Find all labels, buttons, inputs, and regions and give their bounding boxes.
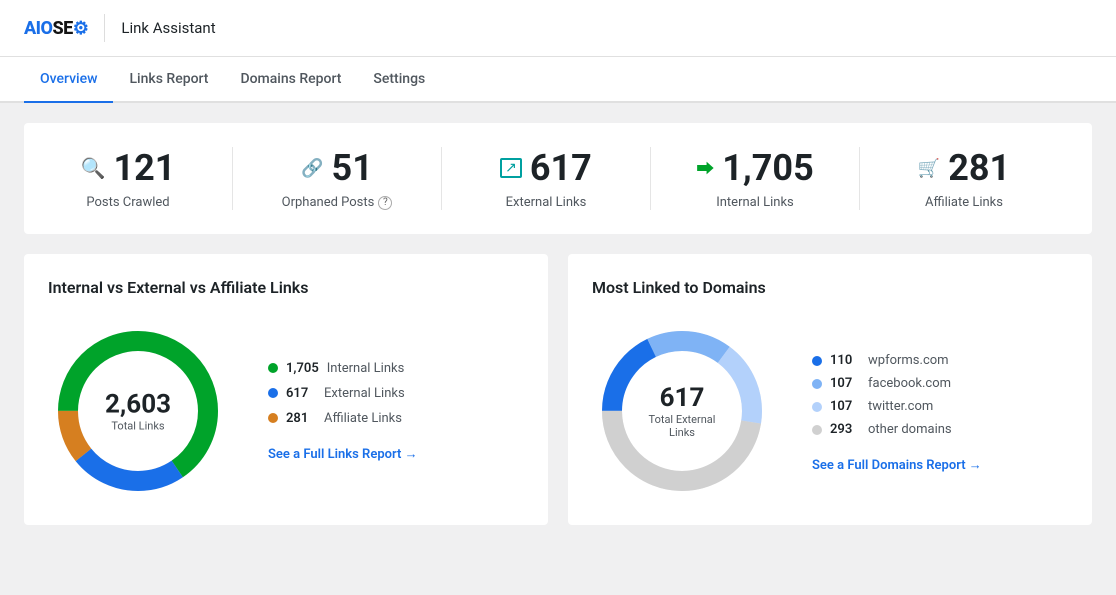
links-total-label: Total Links <box>105 420 171 433</box>
stat-orphaned-posts: 🔗 51 Orphaned Posts ? <box>233 147 442 210</box>
internal-links-label: Internal Links <box>716 195 794 210</box>
stat-internal-links: ⮕ 1,705 Internal Links <box>651 147 860 210</box>
domains-legend-area: 110 wpforms.com 107 facebook.com 107 twi… <box>812 349 982 473</box>
legend-affiliate: 281 Affiliate Links <box>268 411 418 426</box>
orphaned-posts-number: 51 <box>332 147 373 189</box>
header-divider <box>104 14 105 42</box>
links-full-report-link[interactable]: See a Full Links Report → <box>268 446 418 462</box>
facebook-count: 107 <box>830 376 860 391</box>
charts-row: Internal vs External vs Affiliate Links <box>24 254 1092 525</box>
logo: AIOSE⚙ <box>24 18 88 39</box>
domains-donut-wrapper: 617 Total External Links <box>592 321 772 501</box>
twitter-dot <box>812 402 822 412</box>
wpforms-name: wpforms.com <box>868 353 949 368</box>
domains-total-label: Total External Links <box>637 413 727 439</box>
links-legend-area: 1,705 Internal Links 617 External Links … <box>268 361 418 462</box>
links-donut-section: 2,603 Total Links 1,705 Internal Links <box>48 321 524 501</box>
domains-chart-title: Most Linked to Domains <box>592 278 1068 297</box>
logo-aio: AIO <box>24 18 52 39</box>
internal-legend-count: 1,705 <box>286 361 319 376</box>
links-chart-title: Internal vs External vs Affiliate Links <box>48 278 524 297</box>
domain-item-wpforms: 110 wpforms.com <box>812 353 982 368</box>
posts-crawled-label: Posts Crawled <box>86 195 169 210</box>
domains-legend: 110 wpforms.com 107 facebook.com 107 twi… <box>812 353 982 437</box>
affiliate-legend-count: 281 <box>286 411 316 426</box>
posts-crawled-number: 121 <box>113 147 175 189</box>
wpforms-count: 110 <box>830 353 860 368</box>
other-count: 293 <box>830 422 860 437</box>
internal-legend-label: Internal Links <box>327 361 405 376</box>
external-legend-dot <box>268 388 278 398</box>
facebook-name: facebook.com <box>868 376 951 391</box>
facebook-dot <box>812 379 822 389</box>
affiliate-legend-dot <box>268 413 278 423</box>
search-icon: 🔍 <box>81 156 106 180</box>
external-link-icon: ↗ <box>500 158 522 178</box>
internal-link-icon: ⮕ <box>696 155 714 181</box>
links-report-anchor[interactable]: See a Full Links Report → <box>268 447 418 462</box>
domain-item-twitter: 107 twitter.com <box>812 399 982 414</box>
main-content: 🔍 121 Posts Crawled 🔗 51 Orphaned Posts … <box>0 103 1116 545</box>
links-total-number: 2,603 <box>105 390 171 420</box>
external-legend-label: External Links <box>324 386 405 401</box>
stat-posts-crawled-row: 🔍 121 <box>81 147 176 189</box>
tab-domains-report[interactable]: Domains Report <box>224 57 357 103</box>
legend-internal: 1,705 Internal Links <box>268 361 418 376</box>
tab-overview[interactable]: Overview <box>24 57 113 103</box>
domains-donut-section: 617 Total External Links 110 wpforms.com <box>592 321 1068 501</box>
affiliate-legend-label: Affiliate Links <box>324 411 402 426</box>
domains-donut-center: 617 Total External Links <box>637 383 727 439</box>
orphaned-posts-label: Orphaned Posts ? <box>282 195 393 210</box>
tab-links-report[interactable]: Links Report <box>113 57 224 103</box>
app-header: AIOSE⚙ Link Assistant <box>0 0 1116 57</box>
external-legend-count: 617 <box>286 386 316 401</box>
legend-external: 617 External Links <box>268 386 418 401</box>
logo-text: AIOSE⚙ <box>24 18 88 39</box>
external-links-number: 617 <box>530 147 592 189</box>
affiliate-links-label: Affiliate Links <box>925 195 1003 210</box>
internal-links-number: 1,705 <box>722 147 813 189</box>
tab-settings[interactable]: Settings <box>357 57 441 103</box>
app-title: Link Assistant <box>121 19 215 37</box>
stat-external-links: ↗ 617 External Links <box>442 147 651 210</box>
domain-item-other: 293 other domains <box>812 422 982 437</box>
links-chart-card: Internal vs External vs Affiliate Links <box>24 254 548 525</box>
nav-tabs: Overview Links Report Domains Report Set… <box>0 57 1116 103</box>
domains-full-report-link[interactable]: See a Full Domains Report → <box>812 457 982 473</box>
domain-item-facebook: 107 facebook.com <box>812 376 982 391</box>
domains-total-number: 617 <box>637 383 727 413</box>
domains-report-anchor[interactable]: See a Full Domains Report → <box>812 458 982 473</box>
links-donut-center: 2,603 Total Links <box>105 390 171 433</box>
stat-affiliate-links-row: 🛒 281 <box>918 147 1010 189</box>
stat-orphaned-posts-row: 🔗 51 <box>301 147 373 189</box>
stat-external-links-row: ↗ 617 <box>500 147 592 189</box>
orphaned-posts-help-icon[interactable]: ? <box>378 196 392 210</box>
internal-legend-dot <box>268 363 278 373</box>
logo-o-icon: ⚙ <box>73 18 89 39</box>
external-links-label: External Links <box>506 195 587 210</box>
twitter-name: twitter.com <box>868 399 933 414</box>
affiliate-links-number: 281 <box>948 147 1010 189</box>
links-legend: 1,705 Internal Links 617 External Links … <box>268 361 418 426</box>
cart-icon: 🛒 <box>918 158 940 179</box>
stat-internal-links-row: ⮕ 1,705 <box>696 147 813 189</box>
broken-link-icon: 🔗 <box>301 158 323 179</box>
other-dot <box>812 425 822 435</box>
stat-affiliate-links: 🛒 281 Affiliate Links <box>860 147 1068 210</box>
logo-seo: SE <box>52 18 72 39</box>
domains-chart-card: Most Linked to Domains <box>568 254 1092 525</box>
stats-card: 🔍 121 Posts Crawled 🔗 51 Orphaned Posts … <box>24 123 1092 234</box>
twitter-count: 107 <box>830 399 860 414</box>
wpforms-dot <box>812 356 822 366</box>
stat-posts-crawled: 🔍 121 Posts Crawled <box>48 147 233 210</box>
other-name: other domains <box>868 422 952 437</box>
links-donut-wrapper: 2,603 Total Links <box>48 321 228 501</box>
